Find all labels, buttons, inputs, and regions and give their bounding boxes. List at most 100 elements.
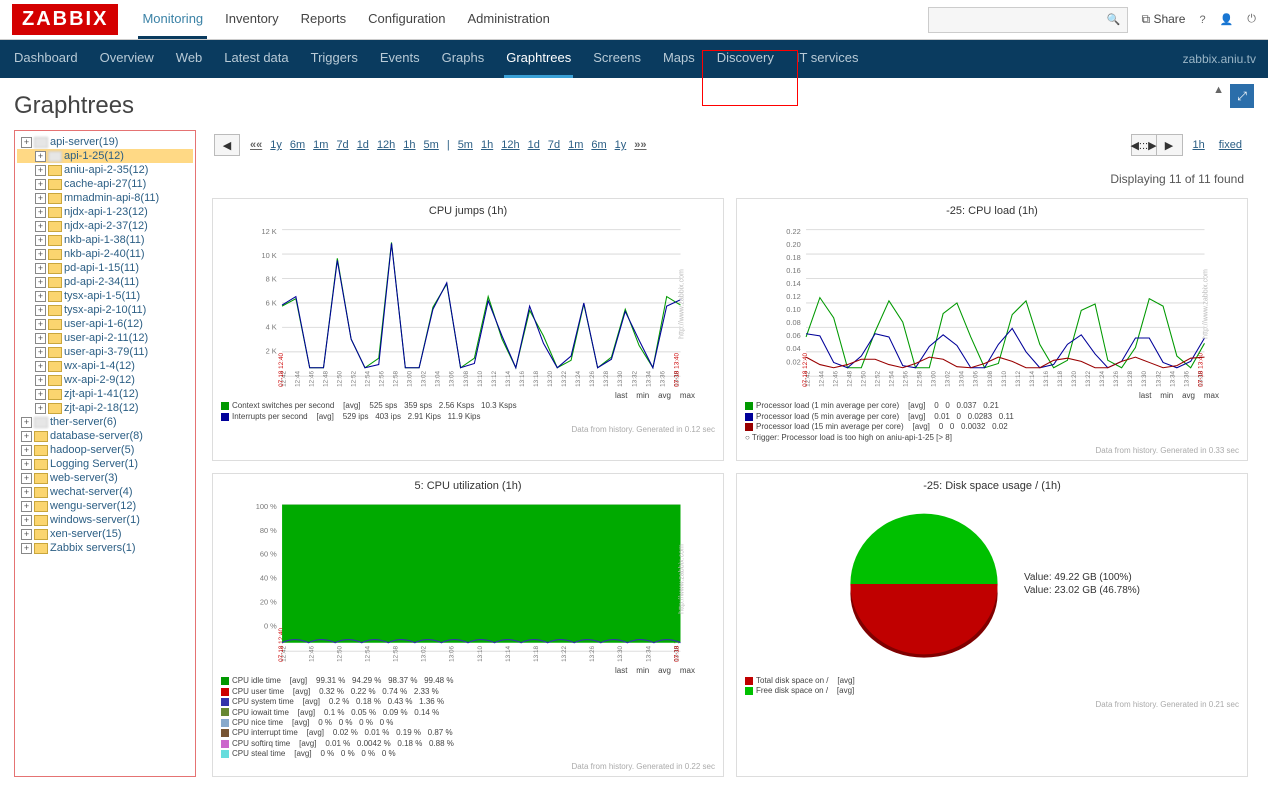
tree-item[interactable]: +hadoop-server(5): [17, 443, 193, 457]
subtab-events[interactable]: Events: [378, 40, 422, 78]
next-button[interactable]: ▶: [1157, 134, 1183, 156]
subtab-overview[interactable]: Overview: [98, 40, 156, 78]
range-12h[interactable]: 12h: [377, 139, 395, 151]
expand-icon[interactable]: +: [35, 165, 46, 176]
tree-item[interactable]: +cache-api-27(11): [17, 177, 193, 191]
subtab-maps[interactable]: Maps: [661, 40, 697, 78]
chart-3[interactable]: -25: Disk space usage / (1h)Value: 49.22…: [736, 473, 1248, 778]
expand-icon[interactable]: +: [35, 277, 46, 288]
range-1d[interactable]: 1d: [528, 139, 540, 151]
power-icon[interactable]: ⏻: [1247, 13, 1256, 26]
tree-item[interactable]: +ther-server(6): [17, 415, 193, 429]
prev-button[interactable]: ◀: [214, 134, 240, 156]
expand-icon[interactable]: +: [35, 403, 46, 414]
share-link[interactable]: ⧉ Share: [1142, 12, 1186, 27]
expand-icon[interactable]: +: [21, 501, 32, 512]
expand-icon[interactable]: +: [35, 375, 46, 386]
range-1h[interactable]: 1h: [481, 139, 493, 151]
tree-item[interactable]: +pd-api-1-15(11): [17, 261, 193, 275]
range-selected[interactable]: 1h: [1189, 137, 1209, 153]
mainnav-configuration[interactable]: Configuration: [364, 1, 449, 39]
expand-icon[interactable]: +: [35, 179, 46, 190]
tree-item[interactable]: +wengu-server(12): [17, 499, 193, 513]
tree-item[interactable]: +pd-api-2-34(11): [17, 275, 193, 289]
mainnav-reports[interactable]: Reports: [297, 1, 351, 39]
subtab-screens[interactable]: Screens: [591, 40, 643, 78]
tree-item[interactable]: +xen-server(15): [17, 527, 193, 541]
subtab-dashboard[interactable]: Dashboard: [12, 40, 80, 78]
expand-icon[interactable]: +: [21, 431, 32, 442]
tree-item[interactable]: +Zabbix servers(1): [17, 541, 193, 555]
collapse-icon[interactable]: ▲: [1213, 84, 1224, 96]
expand-icon[interactable]: +: [35, 333, 46, 344]
expand-icon[interactable]: +: [35, 207, 46, 218]
range-1y[interactable]: 1y: [270, 139, 282, 151]
tree-item[interactable]: +mmadmin-api-8(11): [17, 191, 193, 205]
tree-item[interactable]: +wechat-server(4): [17, 485, 193, 499]
expand-icon[interactable]: +: [35, 347, 46, 358]
tree-item[interactable]: +wx-api-2-9(12): [17, 373, 193, 387]
expand-icon[interactable]: +: [21, 417, 32, 428]
subtab-discovery[interactable]: Discovery: [715, 40, 776, 78]
expand-icon[interactable]: +: [35, 221, 46, 232]
range-12h[interactable]: 12h: [501, 139, 519, 151]
tree-item[interactable]: +user-api-1-6(12): [17, 317, 193, 331]
range-1m[interactable]: 1m: [568, 139, 583, 151]
range-6m[interactable]: 6m: [591, 139, 606, 151]
expand-icon[interactable]: +: [35, 193, 46, 204]
expand-icon[interactable]: +: [21, 459, 32, 470]
fullscreen-button[interactable]: ⤢: [1230, 84, 1254, 108]
mainnav-inventory[interactable]: Inventory: [221, 1, 282, 39]
chart-1[interactable]: -25: CPU load (1h)0.220.200.180.160.140.…: [736, 198, 1248, 461]
tree-item[interactable]: +njdx-api-1-23(12): [17, 205, 193, 219]
zoom-out-button[interactable]: ◀:::▶: [1131, 134, 1157, 156]
range-mode[interactable]: fixed: [1215, 137, 1246, 153]
expand-icon[interactable]: +: [21, 487, 32, 498]
tree-item[interactable]: +tysx-api-1-5(11): [17, 289, 193, 303]
tree-item[interactable]: +user-api-2-11(12): [17, 331, 193, 345]
tree-item[interactable]: +zjt-api-1-41(12): [17, 387, 193, 401]
tree-item[interactable]: +tysx-api-2-10(11): [17, 303, 193, 317]
user-icon[interactable]: 👤: [1220, 13, 1234, 26]
tree-item[interactable]: +user-api-3-79(11): [17, 345, 193, 359]
expand-icon[interactable]: +: [21, 137, 32, 148]
subtab-web[interactable]: Web: [174, 40, 205, 78]
mainnav-administration[interactable]: Administration: [464, 1, 554, 39]
range-7d[interactable]: 7d: [336, 139, 348, 151]
expand-icon[interactable]: +: [21, 529, 32, 540]
range-7d[interactable]: 7d: [548, 139, 560, 151]
expand-icon[interactable]: +: [35, 319, 46, 330]
expand-icon[interactable]: +: [21, 543, 32, 554]
range-1y[interactable]: 1y: [615, 139, 627, 151]
chart-0[interactable]: CPU jumps (1h)12 K10 K8 K6 K4 K2 K12:421…: [212, 198, 724, 461]
range-6m[interactable]: 6m: [290, 139, 305, 151]
mainnav-monitoring[interactable]: Monitoring: [138, 1, 207, 39]
host-tree[interactable]: +api-server(19)+api-1-25(12)+aniu-api-2-…: [14, 130, 196, 777]
tree-item[interactable]: +database-server(8): [17, 429, 193, 443]
tree-item[interactable]: +api-1-25(12): [17, 149, 193, 163]
subtab-triggers[interactable]: Triggers: [309, 40, 360, 78]
expand-icon[interactable]: +: [35, 291, 46, 302]
range-1h[interactable]: 1h: [403, 139, 415, 151]
tree-item[interactable]: +Logging Server(1): [17, 457, 193, 471]
tree-item[interactable]: +zjt-api-2-18(12): [17, 401, 193, 415]
expand-icon[interactable]: +: [35, 389, 46, 400]
tree-item[interactable]: +aniu-api-2-35(12): [17, 163, 193, 177]
tree-item[interactable]: +nkb-api-1-38(11): [17, 233, 193, 247]
range-5m[interactable]: 5m: [458, 139, 473, 151]
expand-icon[interactable]: +: [35, 249, 46, 260]
expand-icon[interactable]: +: [21, 515, 32, 526]
tree-item[interactable]: +windows-server(1): [17, 513, 193, 527]
subtab-graphs[interactable]: Graphs: [440, 40, 487, 78]
chart-2[interactable]: 5: CPU utilization (1h)100 %80 %60 %40 %…: [212, 473, 724, 778]
expand-icon[interactable]: +: [35, 263, 46, 274]
search-input[interactable]: 🔍: [928, 7, 1128, 33]
subtab-latest-data[interactable]: Latest data: [222, 40, 290, 78]
expand-icon[interactable]: +: [35, 305, 46, 316]
range-5m[interactable]: 5m: [424, 139, 439, 151]
help-icon[interactable]: ?: [1199, 14, 1205, 26]
tree-item[interactable]: +web-server(3): [17, 471, 193, 485]
subtab-graphtrees[interactable]: Graphtrees: [504, 40, 573, 78]
range-1d[interactable]: 1d: [357, 139, 369, 151]
range-1m[interactable]: 1m: [313, 139, 328, 151]
